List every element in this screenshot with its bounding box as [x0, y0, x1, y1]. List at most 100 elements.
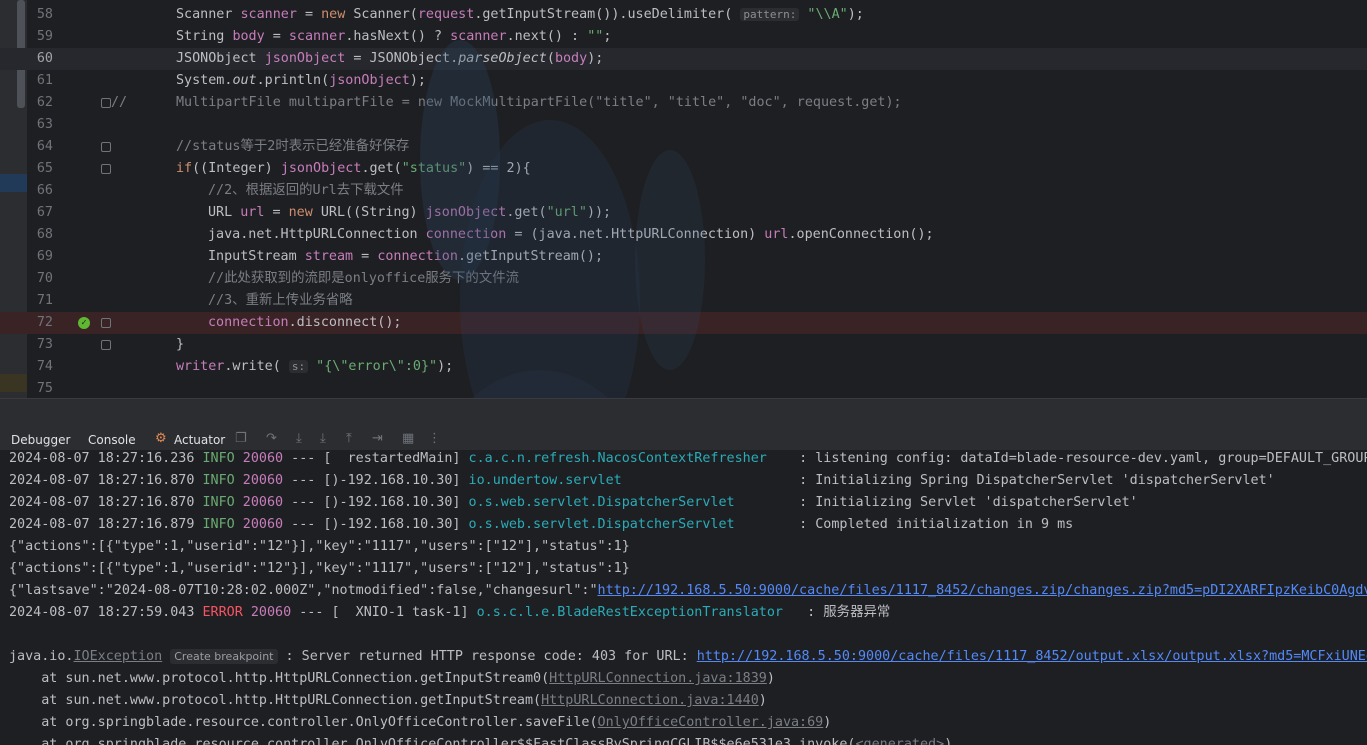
- code-token: .openConnection();: [788, 227, 934, 242]
- code-line[interactable]: 60 JSONObject jsonObject = JSONObject.par…: [0, 48, 1367, 70]
- source-link[interactable]: OnlyOfficeController.java:69: [598, 715, 824, 730]
- line-number[interactable]: 65: [27, 158, 53, 180]
- code-line[interactable]: 58 Scanner scanner = new Scanner(request.…: [0, 4, 1367, 26]
- line-number[interactable]: 67: [27, 202, 53, 224]
- console-output[interactable]: 2024-08-07 18:27:16.236 INFO 20060 --- […: [0, 450, 1367, 745]
- code-line[interactable]: 61 System.out.println(jsonObject);: [0, 70, 1367, 92]
- code-line[interactable]: 59 String body = scanner.hasNext() ? scan…: [0, 26, 1367, 48]
- line-number[interactable]: 70: [27, 268, 53, 290]
- line-number[interactable]: 66: [27, 180, 53, 202]
- log-line: 2024-08-07 18:27:16.236 INFO 20060 --- […: [9, 450, 1367, 470]
- changes-url-link[interactable]: http://192.168.5.50:9000/cache/files/111…: [598, 583, 1367, 598]
- run-to-cursor-icon[interactable]: ⇥: [372, 431, 383, 446]
- line-number[interactable]: 63: [27, 114, 53, 136]
- code-token: out: [232, 73, 257, 88]
- log-thread: --- [)-192.168.10.30]: [291, 517, 469, 532]
- code-line[interactable]: 68 java.net.HttpURLConnection connection …: [0, 224, 1367, 246]
- code-token: ((Integer): [192, 161, 281, 176]
- fold-marker-icon[interactable]: [101, 340, 111, 350]
- code-token: System.: [176, 73, 233, 88]
- exception-url-link[interactable]: http://192.168.5.50:9000/cache/files/111…: [697, 649, 1367, 664]
- more-icon[interactable]: ⋮: [428, 431, 441, 446]
- code-token: //3、重新上传业务省略: [208, 293, 353, 308]
- stack-frame-suffix: ): [758, 693, 767, 708]
- code-line[interactable]: 70 //此处获取到的流即是onlyoffice服务下的文件流: [0, 268, 1367, 290]
- line-number[interactable]: 68: [27, 224, 53, 246]
- code-line[interactable]: 74 writer.write( s: "{\"error\":0}");: [0, 356, 1367, 378]
- log-line: 2024-08-07 18:27:16.870 INFO 20060 --- […: [9, 470, 1275, 492]
- code-token: url: [240, 205, 265, 220]
- code-line[interactable]: 65 if((Integer) jsonObject.get("status") …: [0, 158, 1367, 180]
- line-number[interactable]: 69: [27, 246, 53, 268]
- code-token: request: [417, 7, 475, 22]
- code-token: body: [232, 29, 265, 44]
- line-number[interactable]: 61: [27, 70, 53, 92]
- tab-console[interactable]: Console: [88, 433, 136, 447]
- line-number[interactable]: 60: [27, 48, 53, 70]
- stack-frame: at org.springblade.resource.controller.O…: [9, 734, 952, 745]
- code-line[interactable]: 66 //2、根据返回的Url去下载文件: [0, 180, 1367, 202]
- log-class[interactable]: o.s.web.servlet.DispatcherServlet: [469, 495, 791, 510]
- line-number[interactable]: 72: [27, 312, 53, 334]
- restore-layout-icon[interactable]: ❐: [235, 431, 247, 446]
- line-number[interactable]: 62: [27, 92, 53, 114]
- code-token: //此处获取到的流即是onlyoffice服务下的文件流: [208, 271, 519, 286]
- code-token: parseObject: [458, 51, 547, 66]
- log-class[interactable]: c.a.c.n.refresh.NacosContextRefresher: [469, 451, 791, 466]
- line-number[interactable]: 71: [27, 290, 53, 312]
- code-line[interactable]: 69 InputStream stream = connection.getInp…: [0, 246, 1367, 268]
- code-line[interactable]: 71 //3、重新上传业务省略: [0, 290, 1367, 312]
- code-line[interactable]: 75: [0, 378, 1367, 400]
- code-token: =: [353, 249, 378, 264]
- line-number[interactable]: 58: [27, 4, 53, 26]
- log-class[interactable]: o.s.web.servlet.DispatcherServlet: [469, 517, 791, 532]
- force-step-into-icon[interactable]: ⤓: [320, 431, 326, 446]
- step-over-icon[interactable]: ↷: [266, 431, 277, 446]
- code-line[interactable]: 73}: [0, 334, 1367, 356]
- source-link[interactable]: <generated>: [856, 737, 945, 745]
- fold-marker-icon[interactable]: [101, 142, 111, 152]
- fold-marker-icon[interactable]: [101, 318, 111, 328]
- code-line[interactable]: 63: [0, 114, 1367, 136]
- step-out-icon[interactable]: ⤒: [346, 431, 352, 446]
- code-token: "\\A": [799, 7, 848, 22]
- log-level: ERROR: [202, 605, 243, 620]
- log-pid: 20060: [242, 473, 292, 488]
- tab-actuator[interactable]: Actuator: [174, 433, 225, 447]
- line-number[interactable]: 74: [27, 356, 53, 378]
- tab-debugger[interactable]: Debugger: [11, 433, 70, 447]
- code-token: .println(: [256, 73, 330, 88]
- line-number[interactable]: 73: [27, 334, 53, 356]
- line-number[interactable]: 59: [27, 26, 53, 48]
- code-token: =: [264, 205, 289, 220]
- code-line[interactable]: 67 URL url = new URL((String) jsonObject.…: [0, 202, 1367, 224]
- code-line[interactable]: 62 // MultipartFile multipartFile = new Mo…: [0, 92, 1367, 114]
- evaluate-icon[interactable]: ▦: [402, 431, 414, 446]
- fold-marker-icon[interactable]: [101, 164, 111, 174]
- debug-toolbar: Debugger Console ⚙ Actuator ❐ ↷ ⤓ ⤓ ⤒ ⇥ …: [0, 428, 1367, 452]
- log-class[interactable]: io.undertow.servlet: [469, 473, 791, 488]
- code-token: //2、根据返回的Url去下载文件: [208, 183, 404, 198]
- line-number[interactable]: 64: [27, 136, 53, 158]
- log-timestamp: 2024-08-07 18:27:16.870: [9, 495, 203, 510]
- step-into-icon[interactable]: ⤓: [296, 431, 302, 446]
- source-link[interactable]: HttpURLConnection.java:1440: [541, 693, 759, 708]
- code-text: java.net.HttpURLConnection connection = …: [208, 224, 934, 246]
- exception-class-link[interactable]: IOException: [74, 649, 163, 664]
- exception-package: java.io.: [9, 649, 74, 664]
- fold-marker-icon[interactable]: [101, 98, 111, 108]
- code-editor[interactable]: 58 Scanner scanner = new Scanner(request.…: [0, 0, 1367, 400]
- code-text: //3、重新上传业务省略: [208, 290, 353, 312]
- code-token: String: [176, 29, 233, 44]
- code-line[interactable]: 72 ✓ connection.disconnect();: [0, 312, 1367, 334]
- source-link[interactable]: HttpURLConnection.java:1839: [549, 671, 767, 686]
- create-breakpoint-button[interactable]: Create breakpoint: [170, 649, 278, 664]
- code-line[interactable]: 64 //status等于2时表示已经准备好保存: [0, 136, 1367, 158]
- breakpoint-check-icon[interactable]: ✓: [78, 317, 90, 329]
- code-text: //此处获取到的流即是onlyoffice服务下的文件流: [208, 268, 519, 290]
- code-token: pattern:: [740, 8, 800, 21]
- code-token: writer: [176, 359, 225, 374]
- log-class[interactable]: o.s.c.l.e.BladeRestExceptionTranslator: [477, 605, 799, 620]
- code-token: .get(: [506, 205, 547, 220]
- line-number[interactable]: 75: [27, 378, 53, 400]
